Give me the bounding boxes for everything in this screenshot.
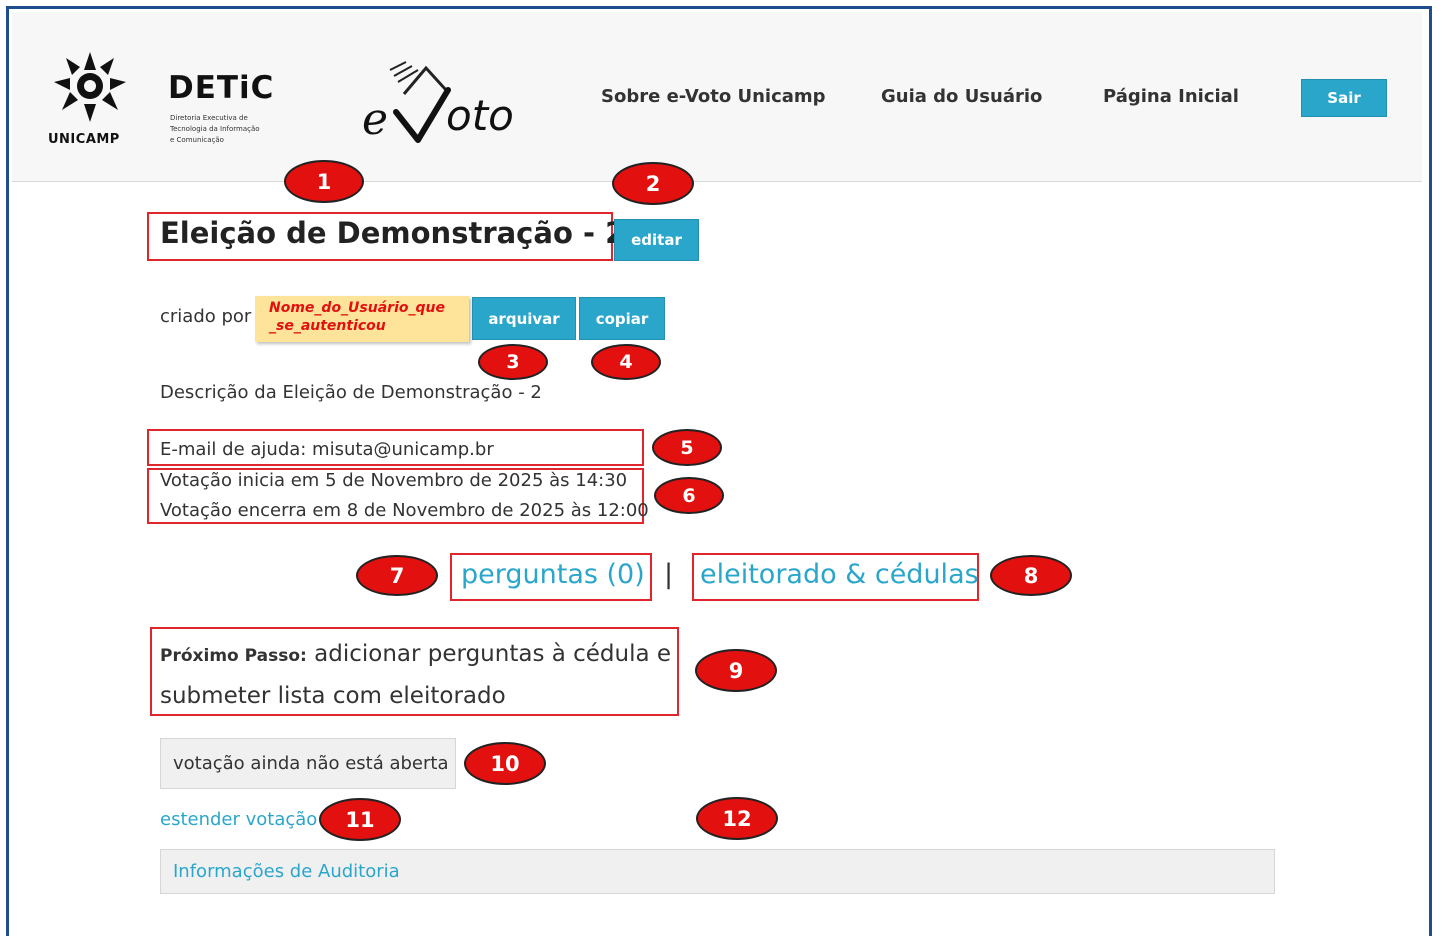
- link-separator: |: [664, 559, 674, 590]
- evoto-logo-graphic: e oto: [362, 61, 514, 145]
- copy-button[interactable]: copiar: [579, 297, 665, 340]
- voting-end-date: Votação encerra em 8 de Novembro de 2025…: [160, 500, 649, 521]
- unicamp-logo[interactable]: UNICAMP: [44, 46, 136, 150]
- unicamp-emblem-icon: [54, 52, 126, 122]
- next-step-line2: submeter lista com eleitorado: [160, 683, 506, 709]
- logout-button[interactable]: Sair: [1301, 79, 1387, 117]
- callout-10: 10: [464, 742, 546, 785]
- voters-ballots-link[interactable]: eleitorado & cédulas: [700, 559, 979, 590]
- callout-1: 1: [284, 160, 364, 203]
- election-description: Descrição da Eleição de Demonstração - 2: [160, 382, 542, 403]
- callout-7: 7: [356, 555, 438, 596]
- election-title: Eleição de Demonstração - 2: [160, 216, 626, 250]
- questions-link[interactable]: perguntas (0): [461, 559, 645, 590]
- voting-start-date: Votação inicia em 5 de Novembro de 2025 …: [160, 470, 628, 491]
- next-step-line1: adicionar perguntas à cédula e: [314, 641, 672, 667]
- detic-logo-text: DETiC: [168, 70, 275, 106]
- username-placeholder-line1: Nome_do_Usuário_que: [269, 300, 445, 316]
- callout-5: 5: [652, 429, 722, 466]
- nav-about[interactable]: Sobre e-Voto Unicamp: [601, 86, 826, 107]
- evoto-logo[interactable]: e oto: [360, 60, 530, 150]
- voting-status-text: votação ainda não está aberta: [173, 753, 449, 774]
- audit-info-link[interactable]: Informações de Auditoria: [173, 861, 400, 882]
- username-placeholder: Nome_do_Usuário_que _se_autenticou: [255, 296, 469, 342]
- username-placeholder-line2: _se_autenticou: [269, 318, 386, 334]
- svg-text:e: e: [362, 94, 388, 145]
- created-by-label: criado por: [160, 306, 252, 327]
- callout-11: 11: [319, 798, 401, 841]
- audit-info-panel[interactable]: Informações de Auditoria: [160, 849, 1275, 894]
- callout-2: 2: [612, 162, 694, 205]
- callout-8: 8: [990, 555, 1072, 596]
- detic-logo[interactable]: DETiC Diretoria Executiva de Tecnologia …: [168, 70, 298, 150]
- archive-button[interactable]: arquivar: [472, 297, 576, 340]
- next-step-label: Próximo Passo:: [160, 646, 307, 666]
- unicamp-logo-text: UNICAMP: [48, 132, 120, 147]
- callout-12: 12: [696, 797, 778, 840]
- nav-user-guide[interactable]: Guia do Usuário: [881, 86, 1042, 107]
- detic-subtitle-line2: Tecnologia da Informação: [170, 125, 260, 133]
- callout-6: 6: [654, 477, 724, 514]
- voting-status-box: votação ainda não está aberta: [160, 738, 456, 789]
- help-email: E-mail de ajuda: misuta@unicamp.br: [160, 439, 494, 460]
- svg-text:oto: oto: [446, 91, 514, 140]
- detic-subtitle-line3: e Comunicação: [170, 136, 224, 144]
- next-step: Próximo Passo: adicionar perguntas à céd…: [160, 634, 680, 716]
- nav-home[interactable]: Página Inicial: [1103, 86, 1239, 107]
- callout-9: 9: [695, 649, 777, 692]
- detic-subtitle-line1: Diretoria Executiva de: [170, 114, 248, 122]
- callout-4: 4: [591, 344, 661, 380]
- edit-button[interactable]: editar: [614, 219, 699, 261]
- callout-3: 3: [478, 344, 548, 380]
- extend-voting-link[interactable]: estender votação: [160, 809, 317, 830]
